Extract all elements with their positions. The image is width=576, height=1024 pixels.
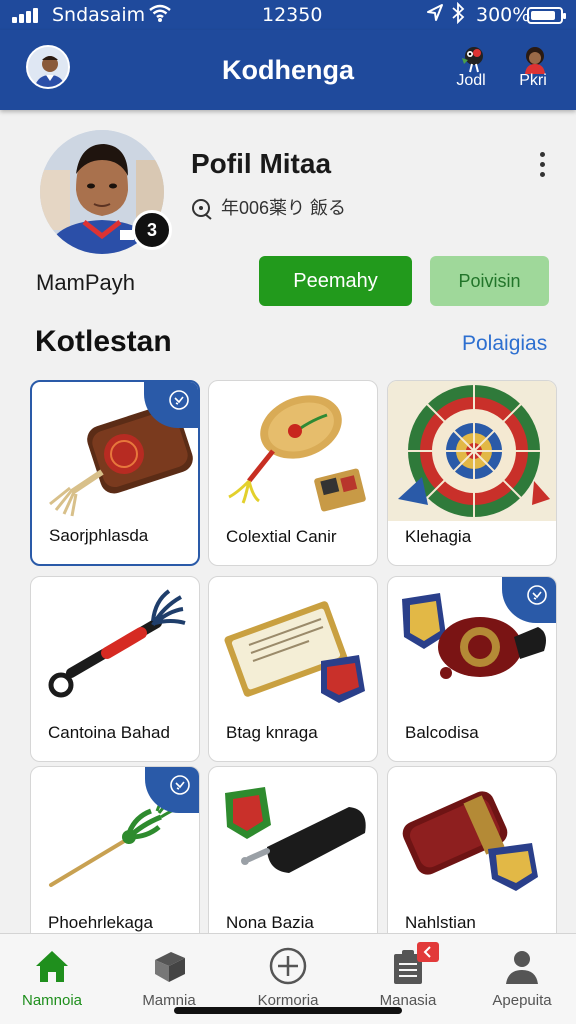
nav-label: Apepuita <box>492 992 552 1009</box>
profile-meta-text: 年006薬り 飯る <box>221 198 347 218</box>
nav-item-home[interactable]: Namnoia <box>0 946 107 1016</box>
secondary-action-button[interactable]: Poivisin <box>430 256 549 306</box>
header-action-label: Jodl <box>456 72 486 89</box>
profile-username: MamPayh <box>36 270 136 295</box>
more-options-icon[interactable] <box>532 150 552 180</box>
collection-title: Kotlestan <box>35 325 172 358</box>
battery-percent: 300% <box>476 4 531 26</box>
carrier-name: Sndasaim <box>52 4 146 26</box>
gold-ticket-icon <box>224 601 365 703</box>
nav-item-add[interactable]: Kormoria <box>233 946 343 1016</box>
card-label: Nahlstian <box>405 913 476 932</box>
heart-badge-icon <box>170 775 190 795</box>
card-label: Nona Bazia <box>226 913 314 932</box>
collection-card[interactable]: Balcodisa <box>387 576 557 762</box>
profile-name: Pofil Mitaa <box>191 148 332 179</box>
heart-badge-icon <box>169 390 189 410</box>
collection-card[interactable]: Phoehrlekaga <box>30 766 200 952</box>
card-label: Klehagia <box>405 527 472 546</box>
profile-section: 3 Pofil Mitaa 年006薬り 飯る MamPayh Peemahy … <box>0 110 576 320</box>
user-avatar-icon <box>520 44 550 74</box>
header-action-pkri[interactable]: Pkri <box>510 44 556 100</box>
wooden-fan-icon <box>228 395 366 512</box>
card-label: Saorjphlasda <box>49 526 149 545</box>
location-icon <box>426 3 444 28</box>
collection-see-all-link[interactable]: Polaigias <box>462 332 547 356</box>
signal-icon <box>12 7 46 23</box>
bluetooth-icon <box>451 1 465 29</box>
notification-badge <box>417 942 439 962</box>
battery-icon <box>527 7 566 24</box>
nav-label: Namnoia <box>21 992 83 1009</box>
primary-action-button[interactable]: Peemahy <box>259 256 412 306</box>
avatar-badge[interactable]: 3 <box>132 210 172 250</box>
collection-card[interactable]: Nona Bazia <box>208 766 378 952</box>
box-icon <box>155 952 185 982</box>
nav-item-profile[interactable]: Apepuita <box>467 946 576 1016</box>
search-location-icon <box>192 199 212 221</box>
card-label: Btag knraga <box>226 723 318 742</box>
collection-card[interactable]: Btag knraga <box>208 576 378 762</box>
profile-meta: 年006薬り 飯る <box>191 194 347 221</box>
collection-card[interactable]: Colextial Canir <box>208 380 378 566</box>
app-header: Kodhenga Jodl Pkri <box>0 30 576 110</box>
battery-fill <box>531 11 555 20</box>
nav-item-clipboard[interactable]: Manasia <box>353 942 463 1016</box>
bird-icon <box>458 44 488 74</box>
clock: 12350 <box>262 4 323 26</box>
home-indicator <box>174 1007 402 1014</box>
nav-item-box[interactable]: Mamnia <box>114 946 224 1016</box>
header-action-jodl[interactable]: Jodl <box>448 44 494 100</box>
red-case-icon <box>402 791 538 891</box>
card-label: Colextial Canir <box>226 527 337 546</box>
add-circle-icon <box>269 947 307 985</box>
status-bar: Sndasaim 12350 300% <box>0 0 576 30</box>
card-label: Balcodisa <box>405 723 479 742</box>
header-action-label: Pkri <box>519 72 547 89</box>
collection-card[interactable]: Saorjphlasda <box>30 380 200 566</box>
heart-badge-icon <box>527 585 547 605</box>
person-icon <box>506 951 538 984</box>
card-label: Phoehrlekaga <box>48 913 153 932</box>
home-icon <box>36 951 68 982</box>
collection-card[interactable]: Cantoina Bahad <box>30 576 200 762</box>
collection-card[interactable]: Nahlstian <box>387 766 557 952</box>
black-handle-icon <box>225 787 366 873</box>
tassel-whistle-icon <box>48 589 186 698</box>
collection-card[interactable]: Klehagia <box>387 380 557 566</box>
card-label: Cantoina Bahad <box>48 723 170 742</box>
prize-wheel-icon <box>388 381 556 521</box>
wifi-icon <box>148 3 172 28</box>
